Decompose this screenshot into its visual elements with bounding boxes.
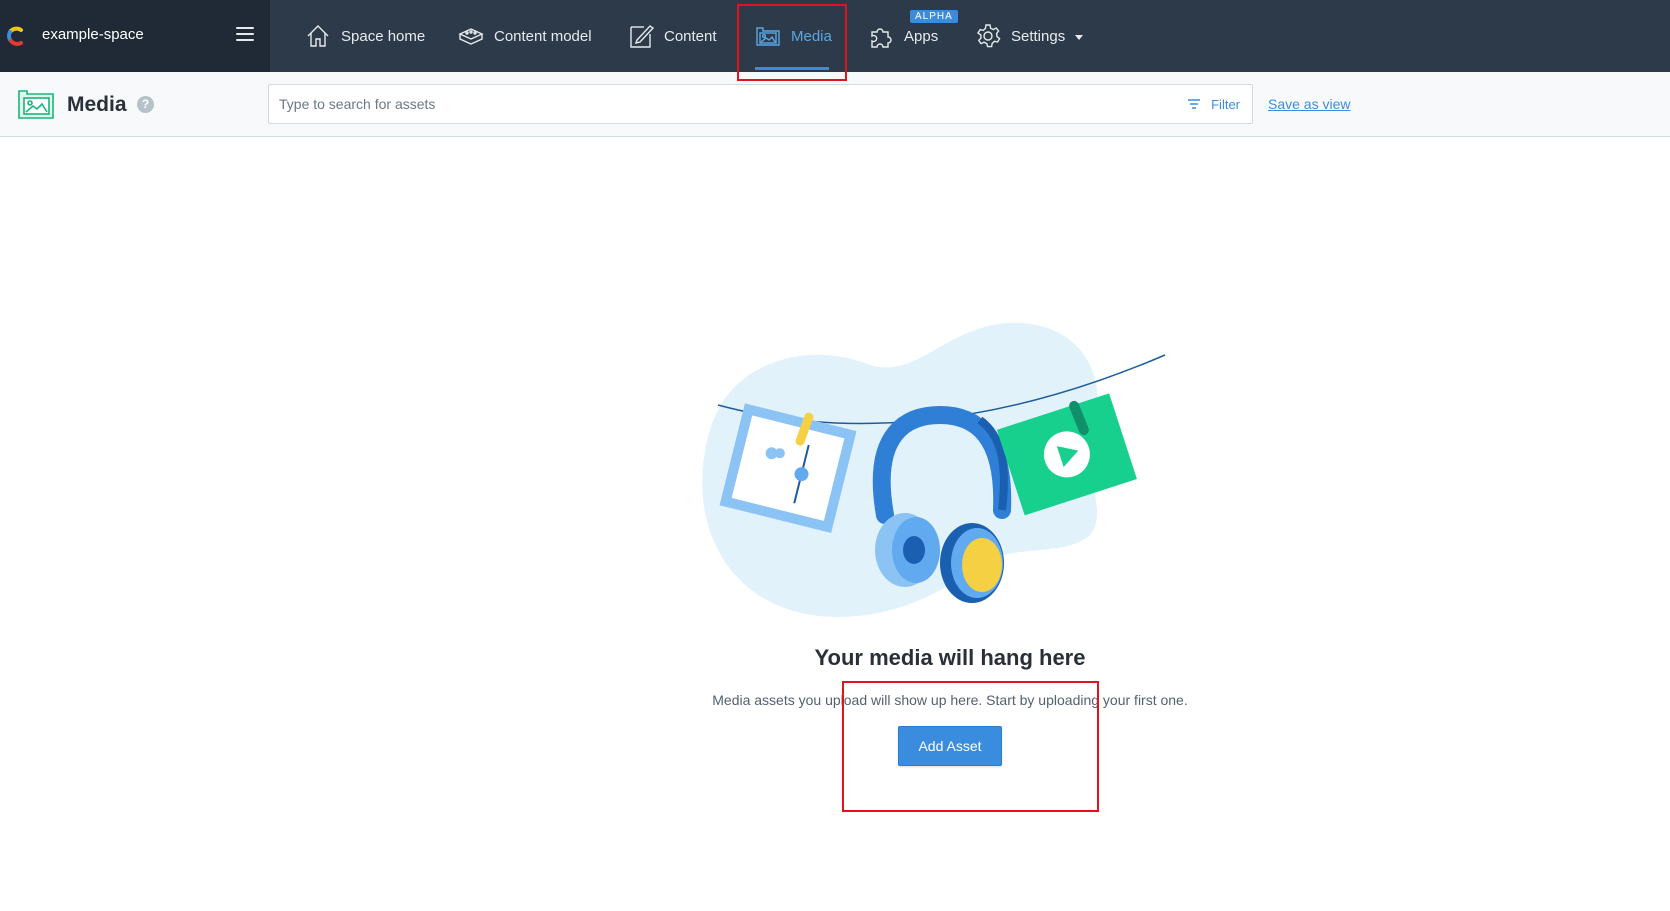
nav-space-home[interactable]: Space home [305,0,425,72]
search-input[interactable] [279,85,1129,123]
nav-label: Settings [1011,27,1066,45]
nav-settings[interactable]: Settings [975,0,1084,72]
empty-state-title: Your media will hang here [814,645,1086,670]
nav-label: Apps [904,27,939,45]
home-icon [307,25,329,47]
empty-state-text: Media assets you upload will show up her… [712,692,1188,708]
space-name: example-space [42,26,144,43]
media-page-icon [18,90,54,119]
chevron-down-icon [1075,34,1084,40]
apps-icon [871,28,892,48]
top-navigation: example-space Space home Content model C… [0,0,1670,72]
hamburger-menu-icon[interactable] [236,27,254,43]
space-switcher[interactable]: example-space [0,0,270,72]
nav-label: Content [664,27,717,45]
nav-label: Content model [494,27,592,45]
contentful-logo-icon [7,26,23,46]
filter-button[interactable]: Filter [1187,85,1240,123]
media-icon [756,27,780,46]
content-model-icon [458,28,484,45]
nav-label: Media [791,27,832,45]
filter-icon [1188,99,1201,109]
page-title: Media [67,93,127,116]
page-header: Media ? Filter Save as view [0,72,1670,137]
nav-label: Space home [341,27,426,45]
nav-media[interactable]: Media [737,0,847,72]
gear-icon [977,24,1001,48]
empty-media-illustration [702,322,1166,618]
filter-label: Filter [1211,96,1240,112]
add-asset-button[interactable]: Add Asset [898,726,1002,766]
search-box: Filter [268,84,1253,124]
save-as-view-link[interactable]: Save as view [1268,96,1350,112]
help-icon[interactable]: ? [137,96,154,113]
content-icon [630,25,654,48]
nav-content-model[interactable]: Content model [458,0,592,72]
nav-content[interactable]: Content [628,0,717,72]
alpha-badge: ALPHA [910,10,958,23]
